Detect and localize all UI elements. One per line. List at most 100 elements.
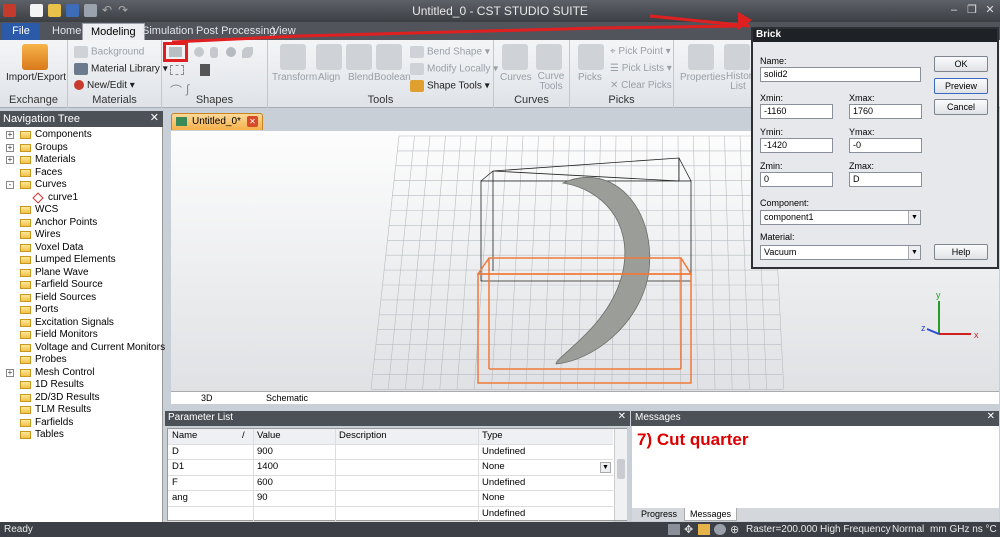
tree-item[interactable]: 2D/3D Results (0, 392, 160, 405)
component-select[interactable]: component1 ▼ (760, 210, 921, 225)
table-cell[interactable]: D1 (172, 461, 184, 472)
table-cell[interactable]: ang (172, 492, 188, 503)
blend-button[interactable]: Blend (348, 72, 374, 83)
tree-item[interactable]: Voltage and Current Monitors (0, 342, 165, 355)
scrollbar-thumb[interactable] (617, 459, 625, 479)
zmin-input[interactable]: 0 (760, 172, 833, 187)
table-cell[interactable]: 900 (257, 446, 273, 457)
tab-schematic[interactable]: Schematic (266, 393, 308, 405)
expand-icon[interactable]: + (6, 156, 14, 164)
table-cell[interactable]: None (482, 492, 505, 503)
restore-icon[interactable]: ❐ (964, 3, 980, 17)
ymin-input[interactable]: -1420 (760, 138, 833, 153)
table-row[interactable]: D 900 Undefined (168, 445, 613, 460)
tree-item[interactable]: - Curves (0, 179, 160, 192)
table-row[interactable]: F 600 Undefined (168, 476, 613, 491)
tree-item[interactable]: Anchor Points (0, 217, 160, 230)
tree-item[interactable]: Farfield Source (0, 279, 160, 292)
ymax-input[interactable]: -0 (849, 138, 922, 153)
tree-item[interactable]: Plane Wave (0, 267, 160, 280)
tree-item[interactable]: + Components (0, 129, 160, 142)
table-cell[interactable]: 1400 (257, 461, 278, 472)
tree-item[interactable]: Field Monitors (0, 329, 160, 342)
table-row[interactable]: ang 90 None (168, 491, 613, 507)
material-library-button[interactable]: Material Library ▾ (74, 63, 168, 75)
tree-item[interactable]: Voxel Data (0, 242, 160, 255)
column-name[interactable]: Name (172, 430, 197, 441)
select-icon[interactable] (668, 524, 680, 535)
table-row[interactable]: Undefined (168, 507, 613, 522)
table-cell[interactable]: None (482, 461, 505, 472)
close-icon[interactable]: ✕ (982, 3, 998, 17)
modify-locally-button[interactable]: Modify Locally ▾ (410, 63, 498, 75)
table-cell[interactable]: F (172, 477, 178, 488)
table-cell[interactable]: Undefined (482, 477, 525, 488)
minimize-icon[interactable]: – (946, 3, 962, 17)
chevron-down-icon[interactable]: ▼ (908, 211, 920, 224)
background-button[interactable]: Background (74, 46, 144, 58)
table-cell[interactable]: 600 (257, 477, 273, 488)
tree-item[interactable]: Lumped Elements (0, 254, 160, 267)
table-cell[interactable]: Undefined (482, 446, 525, 457)
tree-item[interactable]: Excitation Signals (0, 317, 160, 330)
tab-file[interactable]: File (2, 23, 40, 40)
sphere-icon[interactable] (194, 47, 204, 57)
boolean-button[interactable]: Boolean (374, 72, 411, 83)
column-description[interactable]: Description (339, 430, 387, 441)
shape-tools-button[interactable]: Shape Tools ▾ (410, 80, 490, 92)
tree-item[interactable]: Wires (0, 229, 160, 242)
collapse-icon[interactable]: - (6, 181, 14, 189)
new-edit-button[interactable]: New/Edit ▾ (74, 80, 135, 91)
zmax-input[interactable]: D (849, 172, 922, 187)
curve-tools-button[interactable]: Curve Tools (536, 72, 566, 92)
help-button[interactable]: Help (934, 244, 988, 260)
tree-item[interactable]: curve1 (0, 192, 160, 205)
cone-icon[interactable] (242, 47, 253, 58)
torus-icon[interactable] (226, 47, 236, 57)
tree-item[interactable]: 1D Results (0, 379, 160, 392)
tree-item[interactable]: Probes (0, 354, 160, 367)
pick-lists-button[interactable]: ☰ Pick Lists ▾ (610, 63, 672, 74)
tree-item[interactable]: Farfields (0, 417, 160, 430)
curves-button[interactable]: Curves (500, 72, 532, 83)
import-export-button[interactable]: Import/Export (6, 72, 66, 83)
cylinder-icon[interactable] (210, 47, 218, 58)
xmin-input[interactable]: -1160 (760, 104, 833, 119)
table-cell[interactable]: 90 (257, 492, 268, 503)
extrude-icon[interactable] (170, 65, 184, 75)
material-select[interactable]: Vacuum ▼ (760, 245, 921, 260)
tree-item[interactable]: Field Sources (0, 292, 160, 305)
close-icon[interactable]: ✕ (987, 411, 995, 422)
preview-button[interactable]: Preview (934, 78, 988, 94)
expand-icon[interactable]: + (6, 143, 14, 152)
close-icon[interactable]: ✕ (618, 411, 626, 422)
table-cell[interactable]: D (172, 446, 179, 457)
tab-3d[interactable]: 3D (201, 393, 213, 405)
pan-icon[interactable]: ✥ (684, 523, 693, 536)
tree-item[interactable]: Tables (0, 429, 160, 442)
tree-item[interactable]: + Groups (0, 142, 160, 155)
brick-icon[interactable] (169, 47, 182, 57)
tree-item[interactable]: TLM Results (0, 404, 160, 417)
history-list-button[interactable]: History List (726, 72, 757, 92)
tab-messages[interactable]: Messages (684, 508, 738, 521)
ok-button[interactable]: OK (934, 56, 988, 72)
xmax-input[interactable]: 1760 (849, 104, 922, 119)
zoom-icon[interactable] (714, 524, 726, 535)
table-cell[interactable]: Undefined (482, 508, 525, 519)
fit-view-icon[interactable]: ⊕ (730, 523, 739, 536)
clear-picks-button[interactable]: ✕ Clear Picks (610, 80, 672, 91)
name-input[interactable]: solid2 (760, 67, 921, 82)
tree-item[interactable]: WCS (0, 204, 160, 217)
transform-button[interactable]: Transform (272, 72, 317, 83)
tree-item[interactable]: + Materials (0, 154, 160, 167)
scrollbar[interactable] (614, 429, 627, 520)
column-value[interactable]: Value (257, 430, 281, 441)
close-icon[interactable]: ✕ (247, 116, 258, 127)
tree-item[interactable]: + Mesh Control (0, 367, 160, 380)
expand-icon[interactable]: + (6, 368, 14, 377)
close-icon[interactable]: ✕ (150, 111, 159, 124)
cancel-button[interactable]: Cancel (934, 99, 988, 115)
rotate-view-icon[interactable] (698, 524, 710, 535)
column-type[interactable]: Type (482, 430, 503, 441)
